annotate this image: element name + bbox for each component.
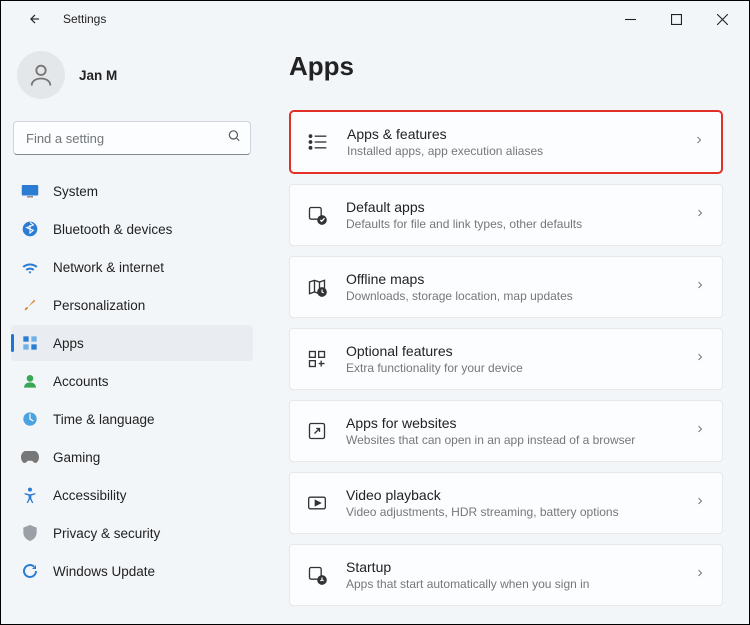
nav-label: Apps xyxy=(53,336,84,351)
card-title: Default apps xyxy=(346,199,676,215)
card-subtitle: Downloads, storage location, map updates xyxy=(346,289,676,303)
card-subtitle: Video adjustments, HDR streaming, batter… xyxy=(346,505,676,519)
card-subtitle: Apps that start automatically when you s… xyxy=(346,577,676,591)
nav-accessibility[interactable]: Accessibility xyxy=(11,477,253,513)
search-box[interactable] xyxy=(13,121,251,155)
minimize-icon xyxy=(625,14,636,25)
chevron-right-icon xyxy=(693,133,705,151)
brush-icon xyxy=(21,296,39,314)
nav-label: Gaming xyxy=(53,450,100,465)
account-name: Jan M xyxy=(79,68,117,83)
card-title: Offline maps xyxy=(346,271,676,287)
close-button[interactable] xyxy=(699,4,745,34)
card-optional-features[interactable]: Optional features Extra functionality fo… xyxy=(289,328,723,390)
search-input[interactable] xyxy=(13,121,251,155)
nav-label: Network & internet xyxy=(53,260,164,275)
display-icon xyxy=(21,182,39,200)
card-title: Video playback xyxy=(346,487,676,503)
settings-card-list: Apps & features Installed apps, app exec… xyxy=(289,110,723,613)
maximize-icon xyxy=(671,14,682,25)
nav-label: Accessibility xyxy=(53,488,127,503)
sidebar: Jan M System Bluetooth & devices Network… xyxy=(1,37,263,624)
nav-list: System Bluetooth & devices Network & int… xyxy=(11,173,253,589)
titlebar: Settings xyxy=(1,1,749,37)
gamepad-icon xyxy=(21,448,39,466)
card-title: Apps for websites xyxy=(346,415,676,431)
globe-clock-icon xyxy=(21,410,39,428)
nav-apps[interactable]: Apps xyxy=(11,325,253,361)
startup-icon xyxy=(306,564,328,586)
avatar xyxy=(17,51,65,99)
nav-time-language[interactable]: Time & language xyxy=(11,401,253,437)
nav-network[interactable]: Network & internet xyxy=(11,249,253,285)
accessibility-icon xyxy=(21,486,39,504)
nav-label: Bluetooth & devices xyxy=(53,222,172,237)
minimize-button[interactable] xyxy=(607,4,653,34)
person-icon xyxy=(27,61,55,89)
apps-icon xyxy=(21,334,39,352)
search-icon xyxy=(227,129,241,148)
card-subtitle: Websites that can open in an app instead… xyxy=(346,433,676,447)
wifi-icon xyxy=(21,258,39,276)
card-default-apps[interactable]: Default apps Defaults for file and link … xyxy=(289,184,723,246)
default-apps-icon xyxy=(306,204,328,226)
card-subtitle: Defaults for file and link types, other … xyxy=(346,217,676,231)
account-block[interactable]: Jan M xyxy=(11,51,253,117)
card-offline-maps[interactable]: Offline maps Downloads, storage location… xyxy=(289,256,723,318)
card-subtitle: Installed apps, app execution aliases xyxy=(347,144,675,158)
update-icon xyxy=(21,562,39,580)
nav-label: Windows Update xyxy=(53,564,155,579)
chevron-right-icon xyxy=(694,566,706,584)
chevron-right-icon xyxy=(694,206,706,224)
nav-label: Accounts xyxy=(53,374,109,389)
page-title: Apps xyxy=(289,51,723,82)
chevron-right-icon xyxy=(694,278,706,296)
card-apps-for-websites[interactable]: Apps for websites Websites that can open… xyxy=(289,400,723,462)
nav-personalization[interactable]: Personalization xyxy=(11,287,253,323)
nav-system[interactable]: System xyxy=(11,173,253,209)
chevron-right-icon xyxy=(694,422,706,440)
bluetooth-icon xyxy=(21,220,39,238)
app-title: Settings xyxy=(63,12,106,26)
card-apps-features[interactable]: Apps & features Installed apps, app exec… xyxy=(289,110,723,174)
open-external-icon xyxy=(306,420,328,442)
card-startup[interactable]: Startup Apps that start automatically wh… xyxy=(289,544,723,606)
maximize-button[interactable] xyxy=(653,4,699,34)
map-icon xyxy=(306,276,328,298)
card-title: Apps & features xyxy=(347,126,675,142)
card-video-playback[interactable]: Video playback Video adjustments, HDR st… xyxy=(289,472,723,534)
chevron-right-icon xyxy=(694,494,706,512)
nav-label: Personalization xyxy=(53,298,145,313)
nav-bluetooth[interactable]: Bluetooth & devices xyxy=(11,211,253,247)
chevron-right-icon xyxy=(694,350,706,368)
nav-label: Time & language xyxy=(53,412,155,427)
back-button[interactable] xyxy=(23,7,47,31)
video-icon xyxy=(306,492,328,514)
nav-privacy[interactable]: Privacy & security xyxy=(11,515,253,551)
list-icon xyxy=(307,131,329,153)
nav-gaming[interactable]: Gaming xyxy=(11,439,253,475)
back-icon xyxy=(28,12,42,26)
nav-windows-update[interactable]: Windows Update xyxy=(11,553,253,589)
nav-label: System xyxy=(53,184,98,199)
close-icon xyxy=(717,14,728,25)
card-title: Optional features xyxy=(346,343,676,359)
nav-label: Privacy & security xyxy=(53,526,160,541)
shield-icon xyxy=(21,524,39,542)
account-icon xyxy=(21,372,39,390)
nav-accounts[interactable]: Accounts xyxy=(11,363,253,399)
card-subtitle: Extra functionality for your device xyxy=(346,361,676,375)
card-title: Startup xyxy=(346,559,676,575)
main-content: Apps Apps & features Installed apps, app… xyxy=(263,37,749,624)
grid-plus-icon xyxy=(306,348,328,370)
